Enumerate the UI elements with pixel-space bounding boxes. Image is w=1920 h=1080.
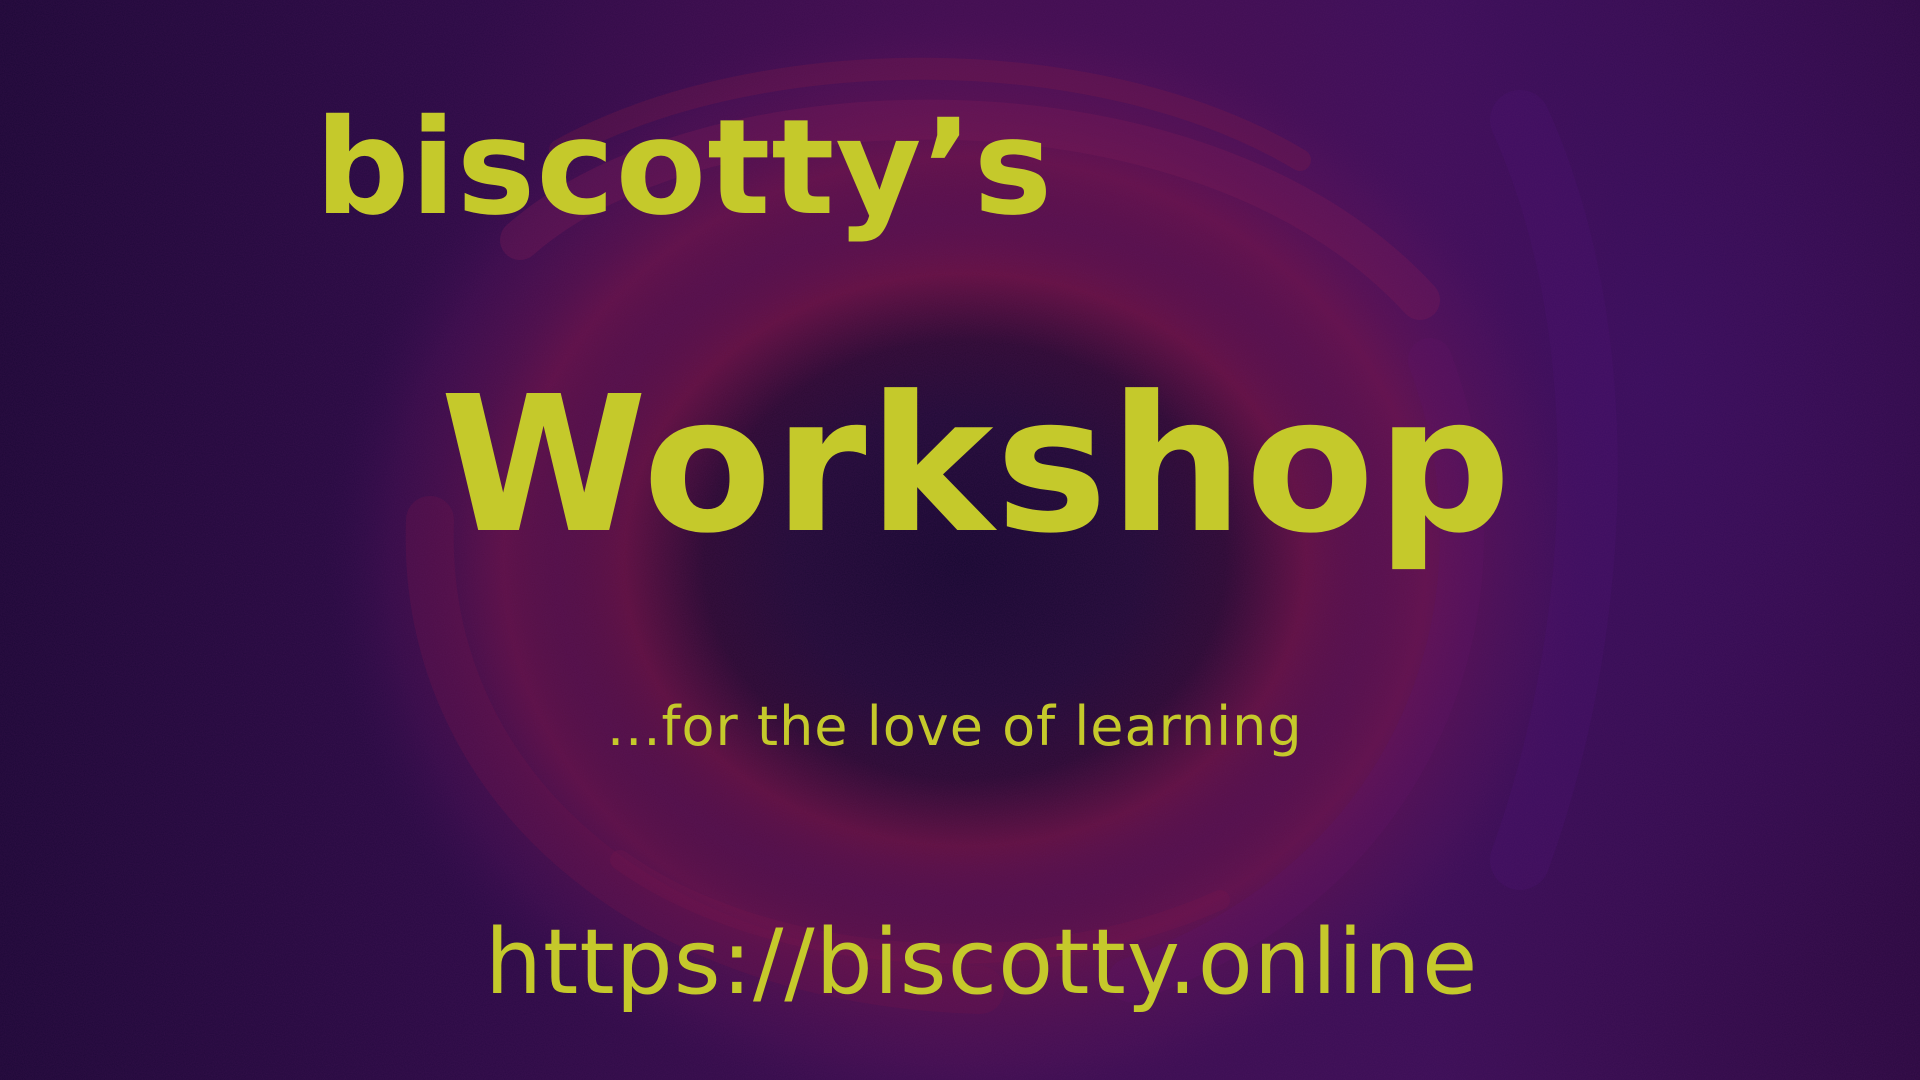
banner-canvas: biscotty’s Workshop ...for the love of l… [0,0,1920,1080]
tagline-text: ...for the love of learning [607,695,1303,758]
title-workshop: Workshop [440,356,1514,575]
title-biscottys: biscotty’s [315,91,1054,245]
website-url: https://biscotty.online [485,910,1479,1015]
